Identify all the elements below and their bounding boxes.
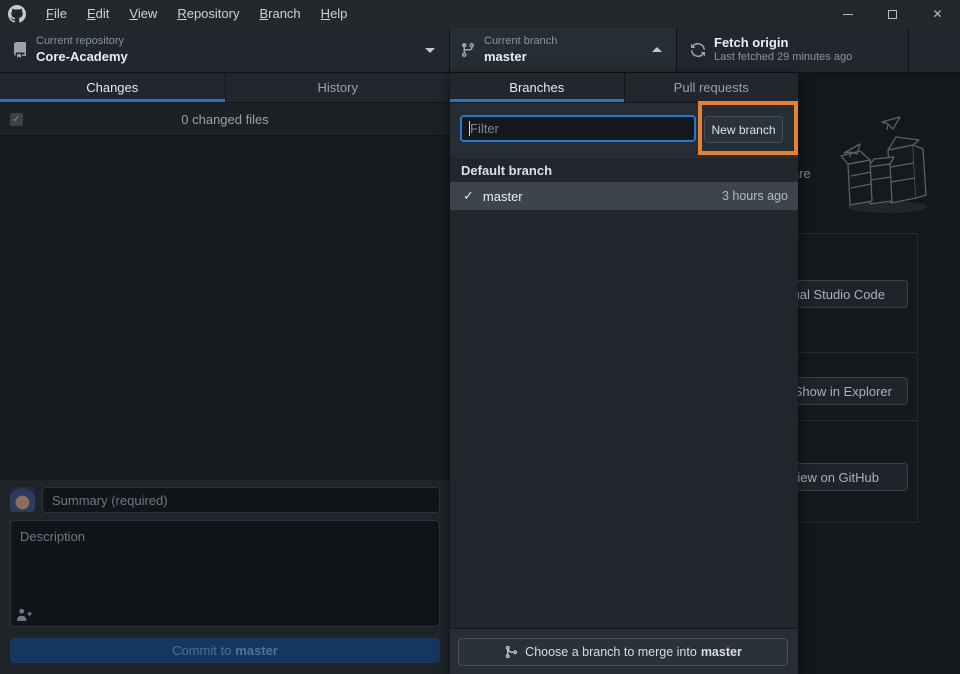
tab-history[interactable]: History: [225, 73, 451, 103]
empty-boxes-illustration: [830, 110, 945, 218]
active-tab-underline: [0, 99, 225, 102]
close-icon: ✕: [932, 8, 942, 20]
changed-files-row: ✓ 0 changed files: [0, 103, 450, 136]
active-tab-underline: [450, 99, 624, 102]
menu-repository[interactable]: Repository: [167, 0, 249, 28]
changes-list-empty-area: [0, 136, 450, 480]
branch-filter-input[interactable]: [460, 115, 696, 142]
current-branch-selector[interactable]: Current branch master: [450, 28, 677, 72]
repo-icon: [12, 42, 28, 58]
commit-summary-input[interactable]: [42, 487, 440, 513]
minimize-button[interactable]: [825, 0, 870, 28]
minimize-icon: [843, 14, 853, 15]
chevron-up-icon: [652, 47, 662, 52]
panel-tabs: Branches Pull requests: [450, 73, 798, 103]
fetch-origin-subtitle: Last fetched 29 minutes ago: [714, 51, 852, 65]
maximize-icon: [888, 10, 897, 19]
commit-to-master-button[interactable]: Commit tomaster: [10, 638, 440, 663]
text-caret: [469, 121, 470, 136]
titlebar: File Edit View Repository Branch Help ✕: [0, 0, 960, 28]
fetch-origin-button[interactable]: Fetch origin Last fetched 29 minutes ago: [677, 28, 909, 72]
github-desktop-window: File Edit View Repository Branch Help ✕ …: [0, 0, 960, 674]
toolbar: Current repository Core-Academy Current …: [0, 28, 960, 73]
choose-branch-to-merge-button[interactable]: Choose a branch to merge intomaster: [458, 638, 788, 666]
panel-footer: Choose a branch to merge intomaster: [450, 628, 798, 674]
chevron-down-icon: [425, 48, 435, 53]
menu-help[interactable]: Help: [311, 0, 358, 28]
tab-changes[interactable]: Changes: [0, 73, 225, 103]
close-button[interactable]: ✕: [915, 0, 960, 28]
current-repository-label: Current repository: [36, 35, 128, 49]
annotation-highlight-rect: [698, 101, 798, 155]
avatar: [10, 487, 35, 512]
branch-updated-time: 3 hours ago: [722, 189, 788, 203]
current-repository-value: Core-Academy: [36, 49, 128, 65]
toolbar-spacer: [909, 28, 960, 72]
current-branch-value: master: [484, 49, 557, 65]
git-merge-icon: [504, 645, 518, 659]
sidebar-tabs: Changes History: [0, 73, 450, 103]
branch-name: master: [483, 189, 523, 204]
check-icon: ✓: [463, 188, 474, 204]
menu-edit[interactable]: Edit: [77, 0, 119, 28]
commit-description-input[interactable]: [10, 520, 440, 627]
window-controls: ✕: [825, 0, 960, 28]
menu-view[interactable]: View: [119, 0, 167, 28]
menu-bar: File Edit View Repository Branch Help: [36, 0, 357, 28]
changed-files-summary: 0 changed files: [0, 103, 450, 136]
add-coauthor-icon[interactable]: [17, 608, 32, 621]
menu-branch[interactable]: Branch: [249, 0, 310, 28]
fetch-origin-title: Fetch origin: [714, 35, 852, 51]
tab-pull-requests[interactable]: Pull requests: [624, 73, 799, 103]
branches-dropdown-panel: Branches Pull requests New branch Defaul…: [450, 73, 798, 674]
sync-icon: [690, 42, 706, 58]
current-repository-selector[interactable]: Current repository Core-Academy: [0, 28, 450, 72]
tab-branches[interactable]: Branches: [450, 73, 624, 103]
maximize-button[interactable]: [870, 0, 915, 28]
commit-form: Commit tomaster: [0, 480, 450, 674]
default-branch-header: Default branch: [450, 158, 798, 182]
github-logo-icon: [8, 5, 26, 23]
menu-file[interactable]: File: [36, 0, 77, 28]
git-branch-icon: [460, 42, 476, 58]
branch-row-master[interactable]: ✓ master 3 hours ago: [450, 182, 798, 210]
current-branch-label: Current branch: [484, 35, 557, 49]
